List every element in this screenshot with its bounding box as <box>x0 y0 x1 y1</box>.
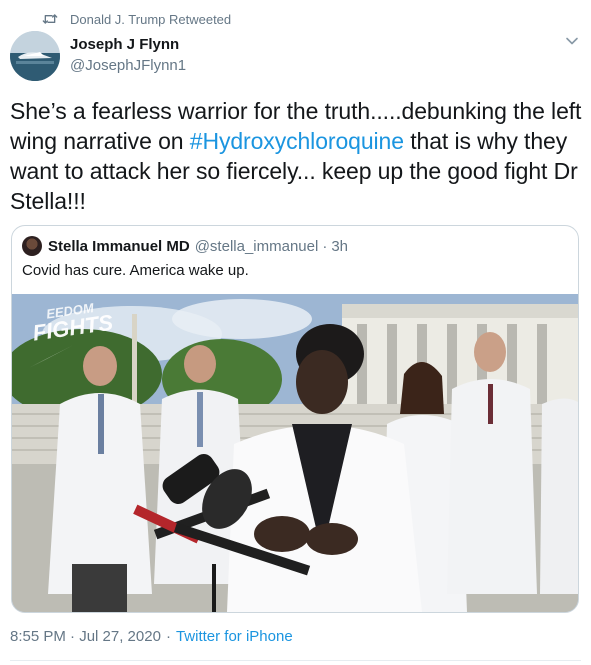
retweet-icon <box>42 12 58 26</box>
tweet-author: Joseph J Flynn @JosephJFlynn1 <box>70 35 186 75</box>
quoted-tweet-header: Stella Immanuel MD @stella_immanuel · 3h <box>22 236 348 256</box>
tweet-source-link[interactable]: Twitter for iPhone <box>176 628 293 645</box>
author-handle[interactable]: @JosephJFlynn1 <box>70 56 186 75</box>
tweet-text: She’s a fearless warrior for the truth..… <box>10 96 582 216</box>
quoted-author-avatar <box>22 236 42 256</box>
tweet-meta: 8:55 PM · Jul 27, 2020 · Twitter for iPh… <box>10 628 293 645</box>
divider <box>10 660 581 661</box>
tweet-timestamp[interactable]: 8:55 PM · Jul 27, 2020 <box>10 628 161 645</box>
quoted-separator: · <box>322 237 328 255</box>
author-name[interactable]: Joseph J Flynn <box>70 35 186 54</box>
quoted-tweet[interactable]: Stella Immanuel MD @stella_immanuel · 3h… <box>11 225 579 613</box>
meta-separator: · <box>165 628 171 645</box>
hashtag-link[interactable]: #Hydroxychloroquine <box>190 128 404 154</box>
tweet-menu-button[interactable] <box>563 34 581 52</box>
profile-avatar[interactable] <box>10 31 60 81</box>
chevron-down-icon <box>565 34 579 53</box>
quoted-tweet-text: Covid has cure. America wake up. <box>22 262 249 279</box>
retweeted-by-text[interactable]: Donald J. Trump Retweeted <box>70 12 231 27</box>
quoted-timestamp: 3h <box>331 237 349 255</box>
quoted-video[interactable]: FIGHTS EEDOM <box>12 294 578 612</box>
quoted-author-name: Stella Immanuel MD <box>48 237 190 255</box>
quoted-author-handle: @stella_immanuel <box>194 237 319 255</box>
retweet-context: Donald J. Trump Retweeted <box>42 10 231 28</box>
